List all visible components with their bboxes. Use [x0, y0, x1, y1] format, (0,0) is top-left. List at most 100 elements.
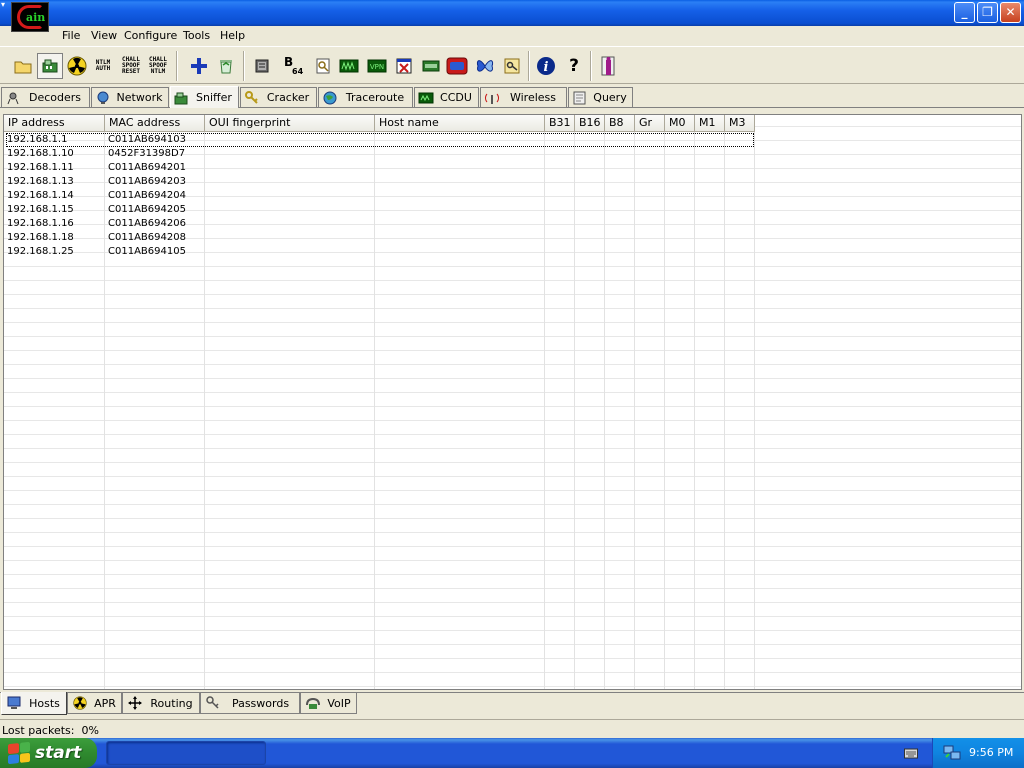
network-card-icon [42, 59, 58, 73]
add-button[interactable] [188, 55, 210, 77]
column-m1[interactable]: M1 [695, 115, 725, 132]
window-controls: _ ❐ ✕ [954, 2, 1021, 23]
svg-text:VPN: VPN [370, 63, 384, 71]
start-button[interactable]: start [0, 738, 97, 768]
tab-label: Cracker [266, 91, 310, 104]
subtab-label: Passwords [231, 696, 290, 710]
column-oui-fingerprint[interactable]: OUI fingerprint [205, 115, 375, 132]
tab-query[interactable]: Query [568, 87, 633, 107]
tab-cracker[interactable]: Cracker [240, 87, 317, 107]
tab-network[interactable]: Network [91, 87, 169, 107]
cisco-tool-button[interactable] [420, 55, 442, 77]
credential-tool-button[interactable] [501, 55, 523, 77]
chall-spoof-reset-button[interactable]: CHALL SPOOF RESET [120, 55, 142, 77]
ip-cell: 192.168.1.25 [7, 246, 74, 257]
column-m3[interactable]: M3 [725, 115, 755, 132]
tab-sniffer[interactable]: Sniffer [170, 86, 239, 108]
menu-file[interactable]: File [62, 29, 80, 42]
subtab-label: APR [94, 696, 116, 710]
vpn-icon: VPN [367, 59, 387, 73]
system-tray: 9:56 PM [932, 738, 1024, 768]
vpn-tool-button[interactable]: VPN [366, 55, 388, 77]
key-note-icon [316, 58, 330, 74]
about-button[interactable]: i [535, 55, 557, 77]
status-bar: Lost packets: 0% [0, 719, 1024, 738]
subtab-passwords[interactable]: Passwords [200, 693, 300, 714]
minimize-button[interactable]: _ [954, 2, 975, 23]
title-bar[interactable]: ▾ _ ❐ ✕ [0, 0, 1024, 26]
menu-view[interactable]: View [91, 29, 117, 42]
column-b8[interactable]: B8 [605, 115, 635, 132]
table-row[interactable]: 192.168.1.10 0452F31398D7 [4, 147, 205, 161]
close-button[interactable]: ✕ [1000, 2, 1021, 23]
rdp-tool-button[interactable] [393, 55, 415, 77]
ccdu-terminal-icon [418, 92, 434, 103]
green-terminal-icon [339, 59, 359, 73]
column-host-name[interactable]: Host name [375, 115, 545, 132]
radiation-small-icon [73, 696, 87, 710]
maximize-button[interactable]: ❐ [977, 2, 998, 23]
system-menu-arrow-icon[interactable]: ▾ [1, 1, 9, 9]
table-row[interactable]: 192.168.1.1 C011AB694103 [4, 133, 205, 147]
column-ip-address[interactable]: IP address [4, 115, 105, 132]
taskbar-item-cain[interactable] [106, 741, 266, 765]
wireless-tool-button[interactable] [474, 55, 496, 77]
base64-icon: B [284, 54, 294, 69]
toolbar-separator [243, 51, 245, 81]
chall-spoof-ntlm-button[interactable]: CHALL SPOOF NTLM [147, 55, 169, 77]
toolbar-separator [528, 51, 530, 81]
table-row[interactable]: 192.168.1.16 C011AB694206 [4, 217, 205, 231]
tab-wireless[interactable]: Wireless [480, 87, 567, 107]
box-revealer-button[interactable] [446, 55, 468, 77]
start-sniffer-button[interactable] [37, 53, 63, 79]
table-row[interactable]: 192.168.1.25 C011AB694105 [4, 245, 205, 259]
ip-cell: 192.168.1.11 [7, 162, 74, 173]
table-row[interactable]: 192.168.1.13 C011AB694203 [4, 175, 205, 189]
remove-button[interactable] [215, 55, 237, 77]
hosts-list[interactable]: IP address MAC address OUI fingerprint H… [3, 114, 1022, 690]
subtab-voip[interactable]: VoIP [300, 693, 357, 714]
decoders-tool-button[interactable] [251, 55, 273, 77]
sniffer-icon [174, 92, 188, 104]
chip-icon [255, 59, 269, 73]
subtab-hosts[interactable]: Hosts [1, 692, 67, 715]
table-row[interactable]: 192.168.1.15 C011AB694205 [4, 203, 205, 217]
exit-button[interactable] [598, 55, 620, 77]
mac-cell: C011AB694203 [108, 176, 186, 187]
subtab-routing[interactable]: Routing [122, 693, 200, 714]
tab-ccdu[interactable]: CCDU [414, 87, 479, 107]
taskbar-clock[interactable]: 9:56 PM [969, 746, 1013, 759]
cain-logo-icon[interactable]: ain [11, 2, 49, 32]
menu-help[interactable]: Help [220, 29, 245, 42]
table-row[interactable]: 192.168.1.11 C011AB694201 [4, 161, 205, 175]
keyboard-icon[interactable] [904, 747, 918, 759]
base64-button[interactable]: B 64 [284, 55, 306, 77]
subtab-apr[interactable]: APR [67, 693, 122, 714]
table-row[interactable]: 192.168.1.14 C011AB694204 [4, 189, 205, 203]
tab-decoders[interactable]: Decoders [1, 87, 90, 107]
info-icon: i [537, 57, 555, 75]
tab-traceroute[interactable]: Traceroute [318, 87, 413, 107]
table-row[interactable]: 192.168.1.18 C011AB694208 [4, 231, 205, 245]
open-folder-button[interactable] [12, 55, 34, 77]
ntlm-auth-button[interactable]: NTLM AUTH [92, 55, 114, 77]
plus-icon [191, 58, 207, 74]
hash-calculator-button[interactable] [312, 55, 334, 77]
chall-spoof-ntlm-icon: CHALL SPOOF NTLM [148, 56, 168, 75]
lsa-secrets-button[interactable] [338, 55, 360, 77]
ip-cell: 192.168.1.18 [7, 232, 74, 243]
column-b31[interactable]: B31 [545, 115, 575, 132]
help-button[interactable]: ? [563, 55, 585, 77]
column-mac-address[interactable]: MAC address [105, 115, 205, 132]
column-b16[interactable]: B16 [575, 115, 605, 132]
tab-label: Sniffer [196, 91, 232, 104]
column-divider [694, 132, 695, 689]
antenna-icon [485, 93, 499, 104]
network-connection-icon[interactable] [943, 745, 961, 761]
menu-configure[interactable]: Configure [124, 29, 177, 42]
menu-tools[interactable]: Tools [183, 29, 210, 42]
column-gr[interactable]: Gr [635, 115, 665, 132]
column-m0[interactable]: M0 [665, 115, 695, 132]
start-apr-button[interactable] [66, 55, 88, 77]
column-divider [634, 132, 635, 689]
